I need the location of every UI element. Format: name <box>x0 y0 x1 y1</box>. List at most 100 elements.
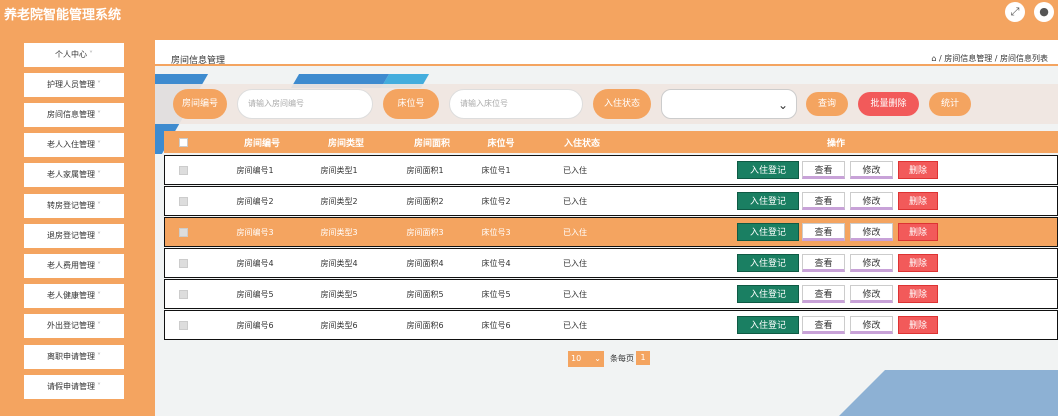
expand-icon[interactable]: ⤢ <box>1005 2 1025 22</box>
view-button[interactable]: 查看 <box>802 161 845 179</box>
chevron-down-icon: ⌄ <box>594 354 601 363</box>
view-button[interactable]: 查看 <box>802 192 845 210</box>
page-header: 房间信息管理 ⌂ / 房间信息管理 / 房间信息列表 <box>155 40 1058 66</box>
cell-status: 已入住 <box>563 289 587 299</box>
checkin-button[interactable]: 入住登记 <box>737 316 799 334</box>
edit-button[interactable]: 修改 <box>850 254 893 272</box>
cell-status: 已入住 <box>563 227 587 237</box>
cell-room-no: 房间编号3 <box>236 227 274 237</box>
col-status[interactable]: 入住状态 <box>542 131 622 153</box>
view-button[interactable]: 查看 <box>802 285 845 303</box>
view-button[interactable]: 查看 <box>802 254 845 272</box>
bed-no-label: 床位号 <box>383 89 439 119</box>
checkin-button[interactable]: 入住登记 <box>737 223 799 241</box>
sidebar-item-room-info[interactable]: 房间信息管理 ˅ <box>24 103 124 127</box>
table-row[interactable]: 房间编号3 房间类型3 房间面积3 床位号3 已入住 入住登记 查看 修改 删除 <box>164 217 1058 247</box>
chevron-down-icon: ˅ <box>97 261 101 270</box>
cell-area: 房间面积4 <box>406 258 444 268</box>
delete-button[interactable]: 删除 <box>898 192 938 210</box>
cell-room-no: 房间编号6 <box>236 320 274 330</box>
col-area[interactable]: 房间面积 <box>392 131 472 153</box>
user-icon[interactable]: ● <box>1034 2 1054 22</box>
sidebar-item-room-transfer[interactable]: 转房登记管理 ˅ <box>24 194 124 218</box>
table-row[interactable]: 房间编号5 房间类型5 房间面积5 床位号5 已入住 入住登记 查看 修改 删除 <box>164 279 1058 309</box>
cell-room-type: 房间类型3 <box>320 227 358 237</box>
cell-bed-no: 床位号3 <box>481 227 511 237</box>
cell-area: 房间面积2 <box>406 196 444 206</box>
checkin-button[interactable]: 入住登记 <box>737 192 799 210</box>
view-button[interactable]: 查看 <box>802 223 845 241</box>
table-row[interactable]: 房间编号2 房间类型2 房间面积2 床位号2 已入住 入住登记 查看 修改 删除 <box>164 186 1058 216</box>
row-checkbox[interactable] <box>178 258 188 268</box>
chevron-down-icon: ˅ <box>89 50 93 59</box>
cell-room-no: 房间编号2 <box>236 196 274 206</box>
cell-area: 房间面积1 <box>406 165 444 175</box>
row-checkbox[interactable] <box>178 165 188 175</box>
col-room-no[interactable]: 房间编号 <box>222 131 302 153</box>
row-checkbox[interactable] <box>178 289 188 299</box>
cell-room-type: 房间类型4 <box>320 258 358 268</box>
sidebar-item-health[interactable]: 老人健康管理 ˅ <box>24 284 124 308</box>
bed-no-input[interactable]: 请输入床位号 <box>449 89 583 119</box>
checkin-button[interactable]: 入住登记 <box>737 285 799 303</box>
page-number-button[interactable]: 1 <box>636 351 650 365</box>
chevron-down-icon: ˅ <box>97 382 101 391</box>
row-checkbox[interactable] <box>178 320 188 330</box>
delete-button[interactable]: 删除 <box>898 254 938 272</box>
delete-button[interactable]: 删除 <box>898 285 938 303</box>
checkin-button[interactable]: 入住登记 <box>737 254 799 272</box>
query-button[interactable]: 查询 <box>806 92 848 116</box>
col-bed-no[interactable]: 床位号 <box>466 131 536 153</box>
cell-bed-no: 床位号5 <box>481 289 511 299</box>
page-size-select[interactable]: 10 ⌄ <box>568 351 604 367</box>
select-all-checkbox[interactable] <box>178 137 188 147</box>
cell-bed-no: 床位号1 <box>481 165 511 175</box>
app-title: 养老院智能管理系统 <box>4 8 122 23</box>
stats-button[interactable]: 统计 <box>929 92 971 116</box>
sidebar-item-personal-center[interactable]: 个人中心 ˅ <box>24 43 124 67</box>
cell-area: 房间面积5 <box>406 289 444 299</box>
chevron-down-icon: ˅ <box>97 80 101 89</box>
chevron-down-icon: ˅ <box>97 291 101 300</box>
delete-button[interactable]: 删除 <box>898 161 938 179</box>
sidebar-item-outing[interactable]: 外出登记管理 ˅ <box>24 314 124 338</box>
view-button[interactable]: 查看 <box>802 316 845 334</box>
batch-delete-button[interactable]: 批量删除 <box>858 92 919 116</box>
col-room-type[interactable]: 房间类型 <box>306 131 386 153</box>
room-no-input[interactable]: 请输入房间编号 <box>237 89 373 119</box>
sidebar-item-leave[interactable]: 请假申请管理 ˅ <box>24 375 124 399</box>
row-checkbox[interactable] <box>178 227 188 237</box>
cell-status: 已入住 <box>563 320 587 330</box>
cell-room-type: 房间类型1 <box>320 165 358 175</box>
table-row[interactable]: 房间编号1 房间类型1 房间面积1 床位号1 已入住 入住登记 查看 修改 删除 <box>164 155 1058 185</box>
cell-status: 已入住 <box>563 196 587 206</box>
edit-button[interactable]: 修改 <box>850 161 893 179</box>
row-checkbox[interactable] <box>178 196 188 206</box>
breadcrumb: ⌂ / 房间信息管理 / 房间信息列表 <box>931 54 1048 63</box>
sidebar-item-family[interactable]: 老人家属管理 ˅ <box>24 163 124 187</box>
sidebar-item-checkout[interactable]: 退房登记管理 ˅ <box>24 224 124 248</box>
main-content: 房间信息管理 ⌂ / 房间信息管理 / 房间信息列表 房间编号 请输入房间编号 … <box>155 40 1058 416</box>
checkin-button[interactable]: 入住登记 <box>737 161 799 179</box>
status-select[interactable]: ⌄ <box>661 89 797 119</box>
delete-button[interactable]: 删除 <box>898 316 938 334</box>
table-row[interactable]: 房间编号4 房间类型4 房间面积4 床位号4 已入住 入住登记 查看 修改 删除 <box>164 248 1058 278</box>
edit-button[interactable]: 修改 <box>850 316 893 334</box>
chevron-down-icon: ˅ <box>97 231 101 240</box>
sidebar-item-nursing-staff[interactable]: 护理人员管理 ˅ <box>24 73 124 97</box>
cell-area: 房间面积3 <box>406 227 444 237</box>
edit-button[interactable]: 修改 <box>850 223 893 241</box>
sidebar-item-resignation[interactable]: 离职申请管理 ˅ <box>24 345 124 369</box>
edit-button[interactable]: 修改 <box>850 285 893 303</box>
decor-stripe <box>825 370 1058 416</box>
delete-button[interactable]: 删除 <box>898 223 938 241</box>
chevron-down-icon: ˅ <box>97 352 101 361</box>
table-row[interactable]: 房间编号6 房间类型6 房间面积6 床位号6 已入住 入住登记 查看 修改 删除 <box>164 310 1058 340</box>
sidebar-item-fees[interactable]: 老人费用管理 ˅ <box>24 254 124 278</box>
chevron-down-icon: ˅ <box>97 321 101 330</box>
edit-button[interactable]: 修改 <box>850 192 893 210</box>
search-bar: 房间编号 请输入房间编号 床位号 请输入床位号 入住状态 ⌄ 查询 批量删除 统… <box>155 84 1058 124</box>
chevron-down-icon: ⌄ <box>777 98 788 112</box>
home-icon[interactable]: ⌂ <box>931 54 936 63</box>
sidebar-item-checkin[interactable]: 老人入住管理 ˅ <box>24 133 124 157</box>
